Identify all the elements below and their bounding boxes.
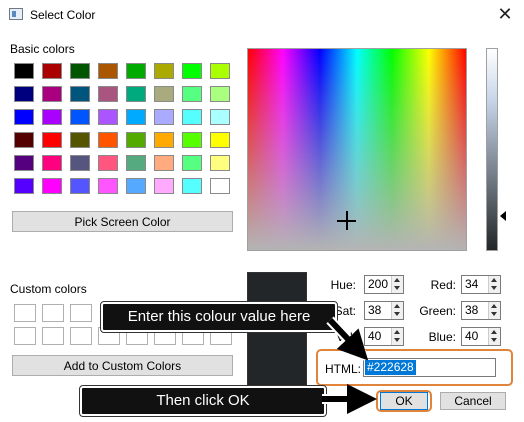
- annotation-arrows: [322, 316, 377, 414]
